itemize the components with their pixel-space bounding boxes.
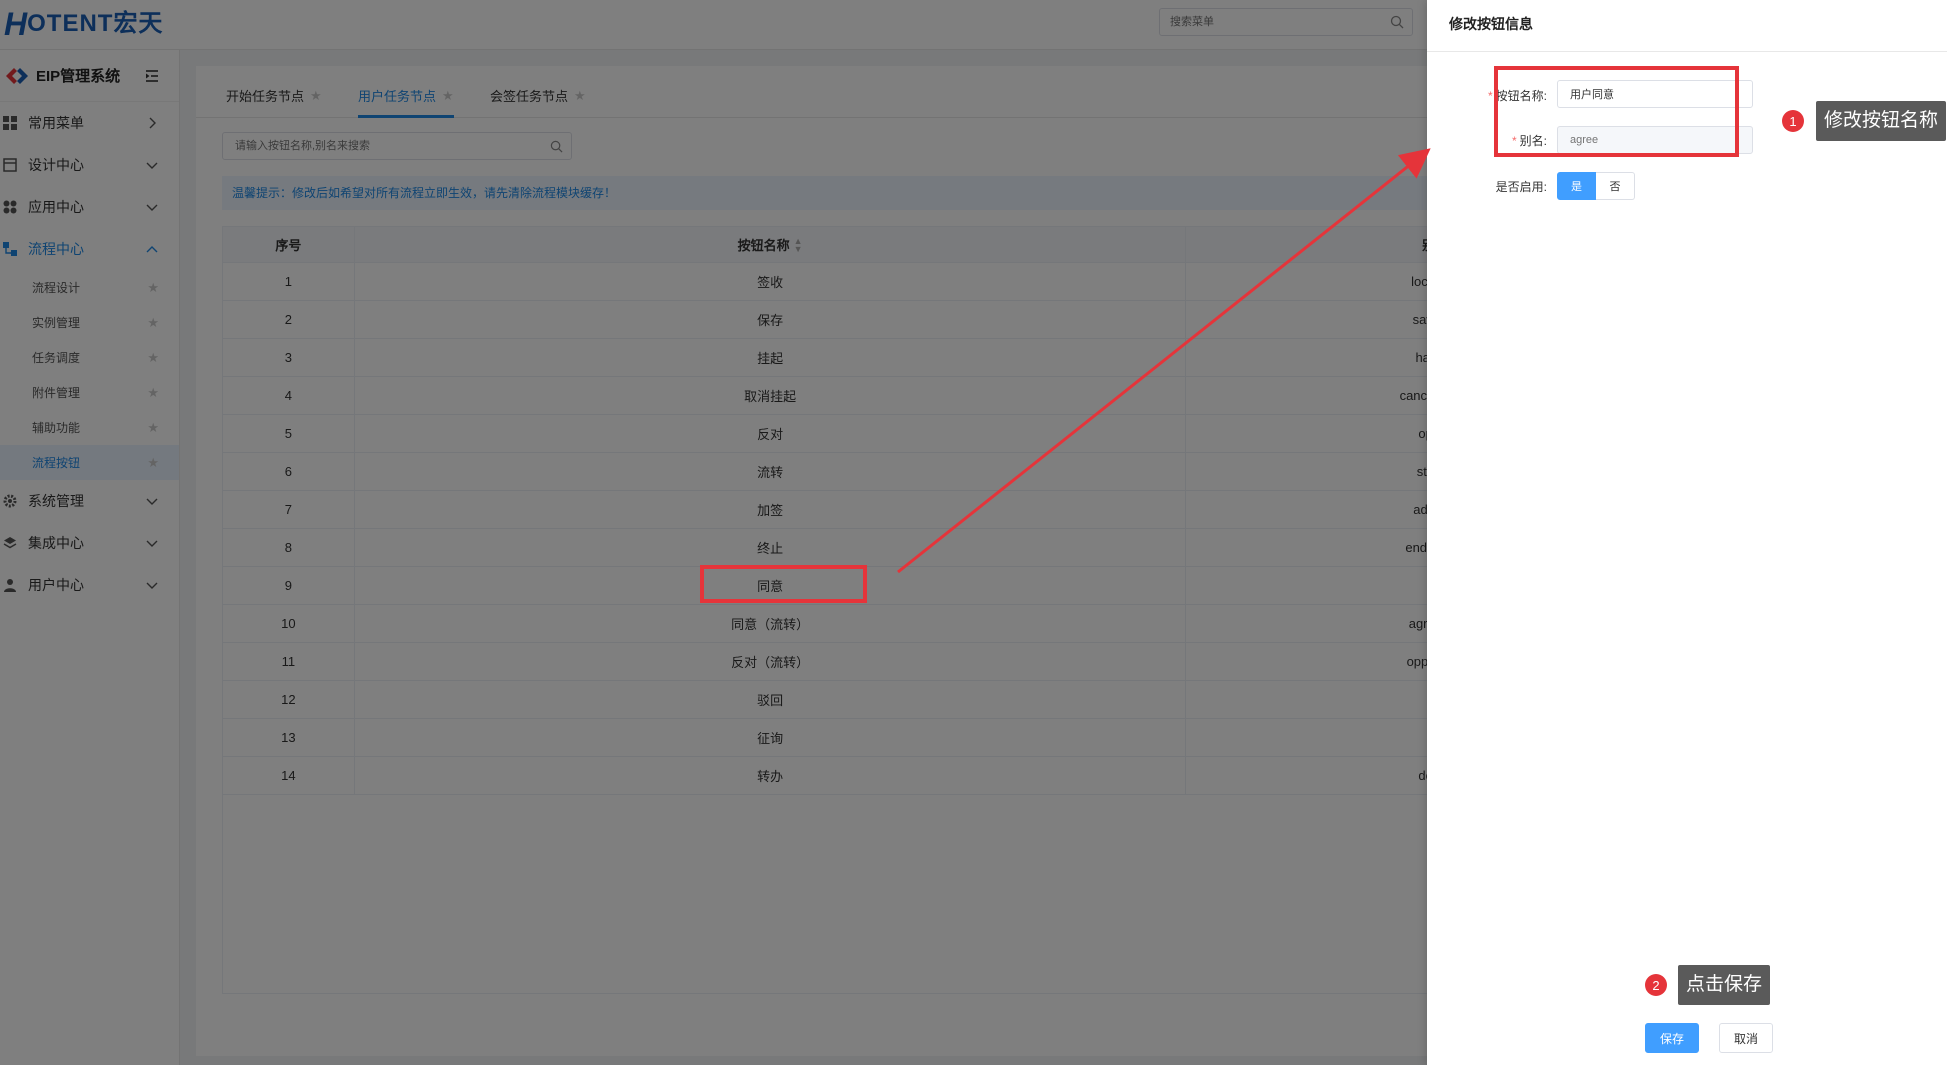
enable-no-button[interactable]: 否 <box>1596 172 1635 200</box>
step-tip-2: 点击保存 <box>1678 965 1771 1005</box>
step-tip-1: 修改按钮名称 <box>1816 101 1947 141</box>
enable-toggle: 是 否 <box>1557 172 1635 200</box>
step-badge-2: 2 <box>1645 974 1667 996</box>
highlight-name-fields <box>1494 66 1739 157</box>
enable-field-label: 是否启用: <box>1495 180 1547 194</box>
drawer-title: 修改按钮信息 <box>1449 16 1533 32</box>
enable-yes-button[interactable]: 是 <box>1557 172 1596 200</box>
required-mark: * <box>1487 89 1493 103</box>
drawer-divider <box>1427 51 1947 52</box>
modal-mask[interactable] <box>0 0 1427 1065</box>
save-button[interactable]: 保存 <box>1645 1023 1699 1053</box>
highlight-agree-cell <box>700 565 867 603</box>
step-badge-1: 1 <box>1782 110 1804 132</box>
edit-button-drawer: 修改按钮信息 *按钮名称: *别名: 是否启用: 是 否 保存 取消 <box>1427 0 1947 1065</box>
cancel-button[interactable]: 取消 <box>1719 1023 1773 1053</box>
